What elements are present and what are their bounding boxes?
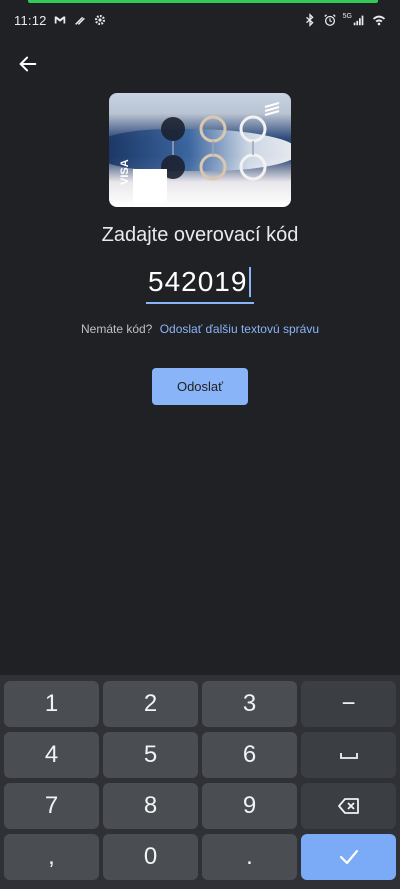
bluetooth-icon <box>303 13 317 27</box>
gmail-icon <box>53 13 67 27</box>
back-button[interactable] <box>12 48 44 80</box>
checkmark-icon <box>337 845 361 869</box>
network-type-label: 5G <box>342 12 352 20</box>
signal-icon <box>352 13 366 27</box>
numeric-keyboard: 1 2 3 − 4 5 6 7 8 9 , 0 . <box>0 675 400 889</box>
pen-icon <box>73 13 87 27</box>
key-3[interactable]: 3 <box>202 681 297 727</box>
space-icon <box>337 743 361 767</box>
key-4[interactable]: 4 <box>4 732 99 778</box>
key-2[interactable]: 2 <box>103 681 198 727</box>
status-time: 11:12 <box>14 12 47 28</box>
no-code-text: Nemáte kód? <box>80 322 153 336</box>
key-7[interactable]: 7 <box>4 783 99 829</box>
text-caret <box>249 267 252 297</box>
settings-icon <box>93 13 107 27</box>
card-issuer-logo <box>264 102 280 116</box>
visa-logo: VISA <box>117 153 131 187</box>
key-minus[interactable]: − <box>301 681 396 727</box>
key-enter[interactable] <box>301 834 396 880</box>
key-0[interactable]: 0 <box>103 834 198 880</box>
key-6[interactable]: 6 <box>202 732 297 778</box>
key-period[interactable]: . <box>202 834 297 880</box>
key-1[interactable]: 1 <box>4 681 99 727</box>
resend-sms-link[interactable]: Odoslať ďalšiu textovú správu <box>160 322 319 336</box>
code-value: 542019 <box>148 266 248 297</box>
card-network-text: VISA <box>119 159 131 185</box>
verification-code-input[interactable]: 542019 <box>146 262 254 304</box>
arrow-back-icon <box>17 53 39 75</box>
key-8[interactable]: 8 <box>103 783 198 829</box>
key-9[interactable]: 9 <box>202 783 297 829</box>
resend-row: Nemáte kód? Odoslať ďalšiu textovú správ… <box>0 322 400 336</box>
submit-button[interactable]: Odoslať <box>152 368 248 405</box>
backspace-icon <box>337 794 361 818</box>
card-glasses-artwork <box>161 115 267 181</box>
card-redacted-area <box>133 169 167 203</box>
alarm-icon <box>323 13 337 27</box>
payment-card-image: VISA <box>109 93 291 207</box>
wifi-icon <box>372 13 386 27</box>
page-title: Zadajte overovací kód <box>101 224 299 246</box>
key-backspace[interactable] <box>301 783 396 829</box>
key-space[interactable] <box>301 732 396 778</box>
key-comma[interactable]: , <box>4 834 99 880</box>
status-bar: 11:12 5G <box>0 0 400 36</box>
key-5[interactable]: 5 <box>103 732 198 778</box>
